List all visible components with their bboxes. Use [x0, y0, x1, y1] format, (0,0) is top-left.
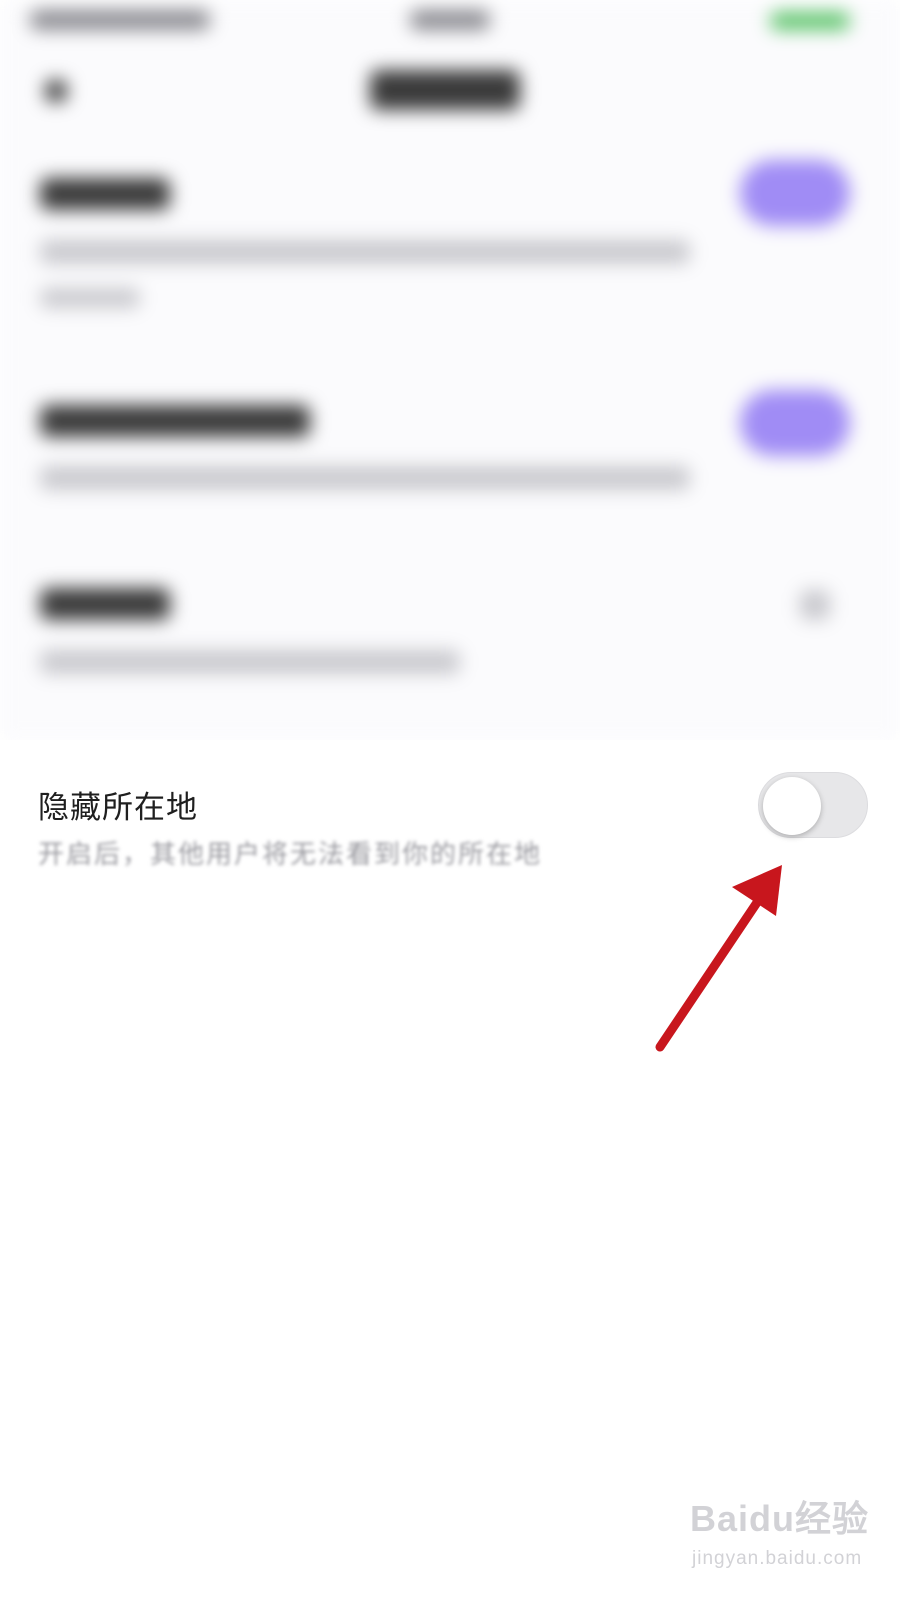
status-bar-left-blur [30, 10, 210, 30]
row3-title-blur [40, 588, 170, 620]
row1-desc2-blur [40, 288, 140, 308]
row2-toggle-blur [740, 390, 850, 456]
status-bar-center-blur [410, 10, 490, 30]
hide-location-title: 隐藏所在地 [38, 790, 198, 826]
row3-chevron-blur [800, 590, 830, 620]
row3-desc-blur [40, 650, 460, 674]
row2-title-blur [40, 405, 310, 437]
back-icon [45, 80, 67, 102]
battery-icon [770, 12, 850, 30]
annotation-arrow-shaft [655, 890, 767, 1052]
row1-title-blur [40, 178, 170, 210]
row2-desc-blur [40, 466, 690, 490]
hide-location-toggle[interactable] [758, 772, 868, 838]
row1-toggle-blur [740, 160, 850, 226]
page-title-blur [370, 70, 520, 110]
blurred-settings-background [0, 0, 900, 740]
hide-location-description: 开启后，其他用户将无法看到你的所在地 [38, 840, 543, 870]
row1-desc-blur [40, 240, 690, 264]
watermark-brand: Baidu经验 [690, 1498, 870, 1539]
baidu-jingyan-watermark: Baidu经验 jingyan.baidu.com [690, 1490, 870, 1590]
toggle-knob [763, 777, 821, 835]
watermark-url: jingyan.baidu.com [692, 1548, 863, 1569]
